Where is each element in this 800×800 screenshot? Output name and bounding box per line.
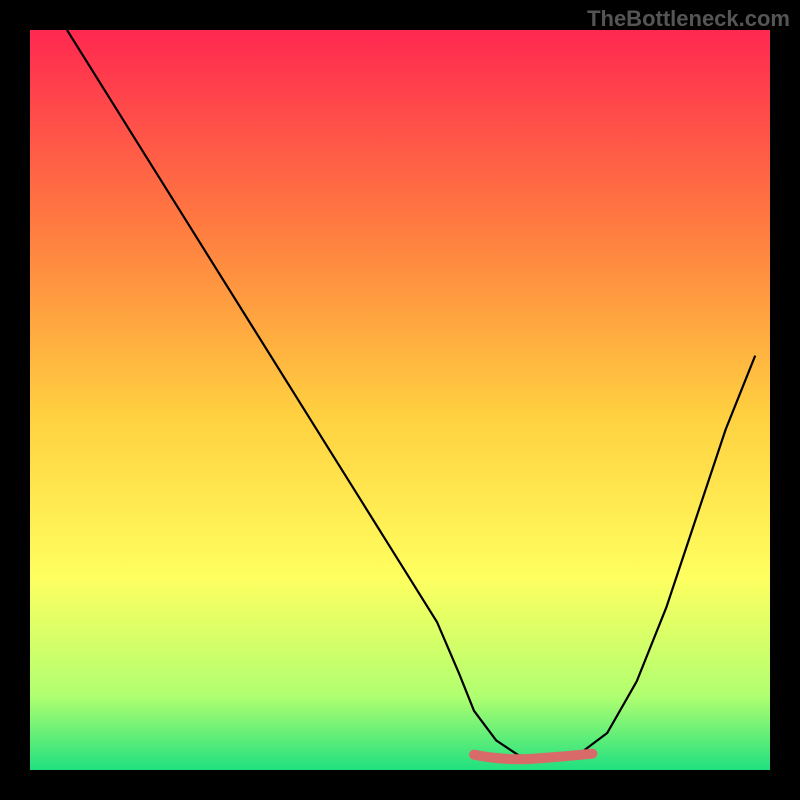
- plot-background: [30, 30, 770, 770]
- watermark-text: TheBottleneck.com: [587, 6, 790, 32]
- optimal-range-highlight: [474, 754, 592, 760]
- bottleneck-chart: [0, 0, 800, 800]
- chart-container: TheBottleneck.com: [0, 0, 800, 800]
